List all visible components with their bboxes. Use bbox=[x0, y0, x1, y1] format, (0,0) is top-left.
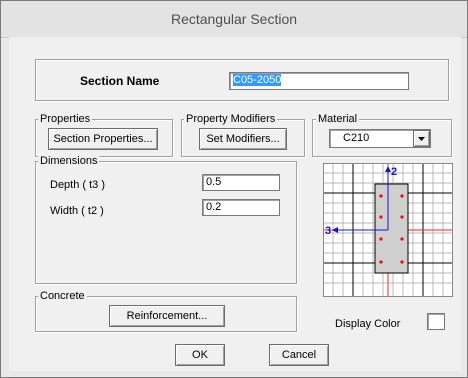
material-group-label: Material bbox=[316, 113, 360, 126]
depth-label: Depth ( t3 ) bbox=[50, 179, 106, 191]
dialog-body: Section Name C05-2050 Properties Section… bbox=[9, 37, 461, 371]
material-select[interactable]: C210 bbox=[329, 129, 431, 148]
display-color-label: Display Color bbox=[335, 318, 401, 330]
section-name-panel: Section Name C05-2050 bbox=[35, 59, 449, 101]
section-preview: 2 3 bbox=[323, 163, 453, 297]
depth-input[interactable]: 0.5 bbox=[202, 174, 280, 191]
property-modifiers-group: Property Modifiers Set Modifiers... bbox=[181, 113, 305, 157]
section-name-label: Section Name bbox=[80, 74, 160, 88]
material-dropdown-button[interactable] bbox=[413, 130, 430, 147]
width-label: Width ( t2 ) bbox=[50, 205, 104, 217]
axis-3-label: 3 bbox=[325, 225, 331, 237]
concrete-group-label: Concrete bbox=[38, 290, 87, 303]
section-rectangle bbox=[374, 183, 409, 274]
dialog-title: Rectangular Section bbox=[1, 1, 467, 38]
axis-2-label: 2 bbox=[391, 166, 397, 178]
properties-group-label: Properties bbox=[38, 113, 93, 126]
material-selected-value: C210 bbox=[343, 132, 370, 144]
property-modifiers-group-label: Property Modifiers bbox=[184, 113, 278, 126]
concrete-group: Concrete Reinforcement... bbox=[35, 290, 297, 332]
section-name-value: C05-2050 bbox=[233, 74, 282, 86]
section-properties-button[interactable]: Section Properties... bbox=[48, 128, 158, 150]
dimensions-group-label: Dimensions bbox=[38, 155, 100, 168]
set-modifiers-button[interactable]: Set Modifiers... bbox=[199, 128, 287, 150]
material-group: Material C210 bbox=[312, 113, 452, 157]
ok-button[interactable]: OK bbox=[175, 344, 225, 366]
width-input[interactable]: 0.2 bbox=[202, 199, 280, 216]
dimensions-group: Dimensions Depth ( t3 ) 0.5 Width ( t2 )… bbox=[35, 155, 297, 284]
chevron-down-icon bbox=[418, 137, 425, 141]
rectangular-section-dialog: Rectangular Section Section Name C05-205… bbox=[0, 0, 468, 378]
section-name-input[interactable]: C05-2050 bbox=[229, 72, 409, 90]
cancel-button[interactable]: Cancel bbox=[269, 344, 329, 366]
properties-group: Properties Section Properties... bbox=[35, 113, 173, 157]
display-color-swatch[interactable] bbox=[427, 313, 445, 330]
reinforcement-button[interactable]: Reinforcement... bbox=[109, 305, 225, 327]
